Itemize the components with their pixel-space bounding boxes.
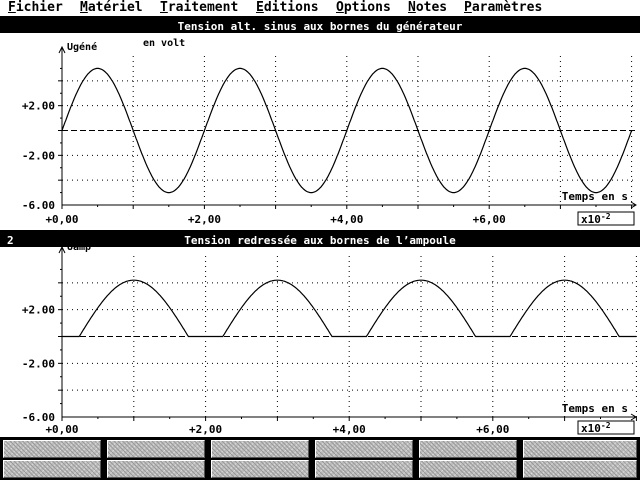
y-tick-label: +2.00 bbox=[22, 100, 55, 113]
menu-materiel[interactable]: Matériel bbox=[80, 0, 143, 16]
x-tick-label: +0,00 bbox=[45, 213, 78, 226]
function-button-1[interactable] bbox=[3, 440, 101, 458]
function-button-5[interactable] bbox=[419, 440, 517, 458]
panel-title: Tension redressée aux bornes de l’ampoul… bbox=[184, 234, 456, 247]
function-button-7[interactable] bbox=[3, 460, 101, 478]
signal-chart[interactable]: +2.00-2.00-6.00+0,00+2,00+4,00+6,00Uampe… bbox=[0, 247, 640, 437]
function-button-2[interactable] bbox=[107, 440, 205, 458]
menu-options[interactable]: Options bbox=[336, 0, 391, 16]
menu-parametres[interactable]: Paramètres bbox=[464, 0, 542, 16]
function-button-10[interactable] bbox=[315, 460, 413, 478]
function-button-6[interactable] bbox=[523, 440, 637, 458]
x-tick-label: +6,00 bbox=[476, 423, 509, 436]
menu-editions[interactable]: Editions bbox=[256, 0, 319, 16]
function-button-3[interactable] bbox=[211, 440, 309, 458]
panel-title: Tension alt. sinus aux bornes du générat… bbox=[177, 20, 463, 33]
function-button-8[interactable] bbox=[107, 460, 205, 478]
panel-titlebar[interactable]: 2 Tension redressée aux bornes de l’ampo… bbox=[0, 234, 640, 247]
function-button-9[interactable] bbox=[211, 460, 309, 478]
x-tick-label: +0,00 bbox=[45, 423, 78, 436]
signal-chart[interactable]: +2.00 -2.00 -6.00+0,00 +2,00 +4,00 +6,00 Ugéné… bbox=[0, 33, 640, 230]
y-tick-label: -6.00 bbox=[22, 199, 55, 212]
function-button-11[interactable] bbox=[419, 460, 517, 478]
app-window: Fichier Matériel Traitement Editions Opt… bbox=[0, 0, 640, 480]
unit-label: en volt bbox=[143, 38, 185, 49]
menu-fichier[interactable]: Fichier bbox=[8, 0, 63, 16]
x-axis-label: Temps en s bbox=[562, 402, 628, 415]
unit-label: en volt bbox=[143, 247, 185, 249]
y-tick-label: +2.00 bbox=[22, 304, 55, 317]
x-tick-label: +4,00 bbox=[330, 213, 363, 226]
x-tick-label: +2,00 bbox=[189, 423, 222, 436]
graph-panel-1[interactable]: Tension alt. sinus aux bornes du générat… bbox=[0, 20, 640, 230]
y-tick-label: -2.00 bbox=[22, 357, 55, 370]
graph-panel-2[interactable]: 2 Tension redressée aux bornes de l’ampo… bbox=[0, 234, 640, 437]
function-button-12[interactable] bbox=[523, 460, 637, 478]
y-tick-label: -2.00 bbox=[22, 149, 55, 162]
y-axis-label: Ugéné bbox=[67, 41, 97, 53]
menu-bar: Fichier Matériel Traitement Editions Opt… bbox=[0, 0, 640, 16]
menu-notes[interactable]: Notes bbox=[408, 0, 447, 16]
function-button-4[interactable] bbox=[315, 440, 413, 458]
x-tick-label: +6,00 bbox=[473, 213, 506, 226]
function-key-bar bbox=[0, 437, 640, 480]
menu-traitement[interactable]: Traitement bbox=[160, 0, 238, 16]
x-tick-label: +2,00 bbox=[188, 213, 221, 226]
panel-titlebar[interactable]: Tension alt. sinus aux bornes du générat… bbox=[0, 20, 640, 33]
signal-curve bbox=[62, 279, 637, 338]
y-axis-label: Uamp bbox=[67, 247, 91, 253]
x-tick-label: +4,00 bbox=[333, 423, 366, 436]
